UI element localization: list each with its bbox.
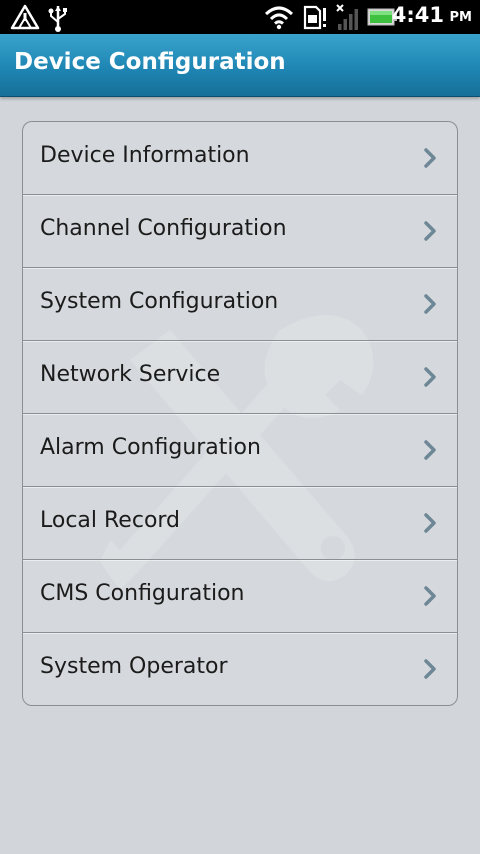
menu-item-cms-configuration[interactable]: CMS Configuration: [23, 559, 457, 632]
usb-icon: [48, 6, 67, 32]
warning-icon: [10, 4, 40, 30]
status-bar: 4:41 PM: [0, 0, 480, 34]
menu-item-system-configuration[interactable]: System Configuration: [23, 267, 457, 340]
menu-item-label: Local Record: [40, 508, 181, 533]
menu-item-label: System Configuration: [40, 289, 279, 314]
chevron-right-icon: [424, 148, 436, 168]
menu-item-local-record[interactable]: Local Record: [23, 486, 457, 559]
chevron-right-icon: [424, 221, 436, 241]
clock-ampm: PM: [449, 10, 472, 25]
menu-item-network-service[interactable]: Network Service: [23, 340, 457, 413]
title-bar: Device Configuration: [0, 34, 480, 97]
chevron-right-icon: [424, 513, 436, 533]
no-signal-icon: [336, 4, 358, 30]
menu-list: Device Information Channel Configuration…: [22, 121, 458, 706]
chevron-right-icon: [424, 440, 436, 460]
chevron-right-icon: [424, 367, 436, 387]
menu-item-alarm-configuration[interactable]: Alarm Configuration: [23, 413, 457, 486]
sd-card-alert-icon: [303, 5, 326, 30]
page-title: Device Configuration: [14, 49, 286, 75]
chevron-right-icon: [424, 586, 436, 606]
menu-item-device-information[interactable]: Device Information: [23, 122, 457, 194]
wifi-icon: [264, 6, 294, 30]
clock-time: 4:41: [391, 3, 444, 27]
menu-item-label: Alarm Configuration: [40, 435, 261, 460]
menu-item-system-operator[interactable]: System Operator: [23, 632, 457, 705]
menu-item-label: System Operator: [40, 654, 228, 679]
menu-item-label: Device Information: [40, 143, 250, 168]
menu-item-channel-configuration[interactable]: Channel Configuration: [23, 194, 457, 267]
chevron-right-icon: [424, 659, 436, 679]
menu-item-label: Network Service: [40, 362, 221, 387]
menu-item-label: Channel Configuration: [40, 216, 287, 241]
chevron-right-icon: [424, 294, 436, 314]
menu-item-label: CMS Configuration: [40, 581, 245, 606]
